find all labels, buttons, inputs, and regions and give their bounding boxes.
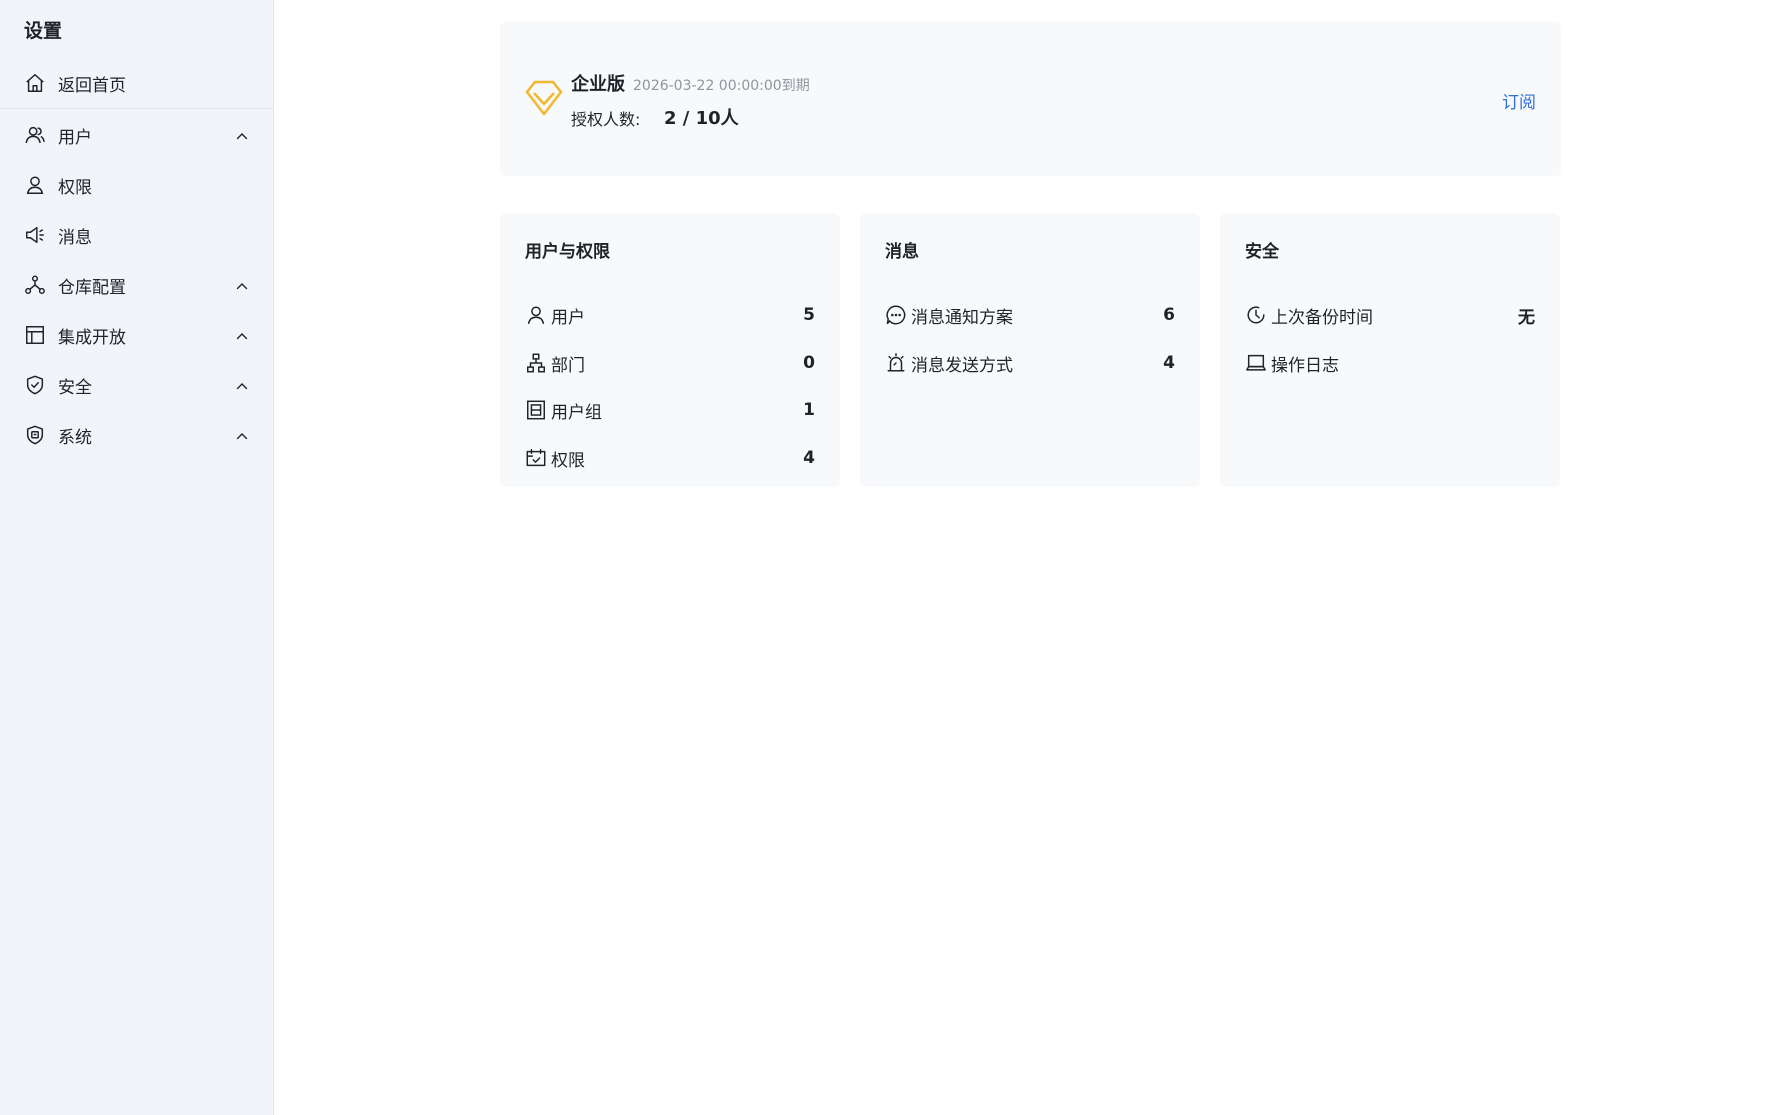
- card-title: 安全: [1245, 242, 1279, 262]
- sidebar-item-label: 集成开放: [58, 327, 126, 348]
- stat-value: 1: [803, 400, 815, 420]
- stat-value: 无: [1518, 307, 1535, 328]
- sidebar-item-permissions[interactable]: 权限: [0, 163, 273, 207]
- stat-row-notification-schemes[interactable]: 消息通知方案 6: [885, 301, 1175, 329]
- chevron-up-icon[interactable]: [235, 428, 249, 442]
- stat-row-operation-log[interactable]: 操作日志: [1245, 349, 1535, 377]
- network-icon: [24, 274, 46, 296]
- card-title: 消息: [885, 242, 919, 262]
- sidebar-divider: [0, 108, 273, 109]
- chevron-up-icon[interactable]: [235, 328, 249, 342]
- stat-label: 上次备份时间: [1271, 307, 1373, 328]
- user-icon: [24, 174, 46, 196]
- megaphone-icon: [24, 224, 46, 246]
- home-icon: [24, 72, 46, 94]
- sidebar-item-integration[interactable]: 集成开放: [0, 313, 273, 357]
- sidebar-item-security[interactable]: 安全: [0, 363, 273, 407]
- stat-label: 消息通知方案: [911, 307, 1013, 328]
- diamond-icon: [525, 78, 563, 118]
- group-icon: [525, 399, 547, 421]
- sidebar-title: 设置: [24, 20, 63, 42]
- sidebar-item-label: 安全: [58, 377, 92, 398]
- messages-card: 消息 消息通知方案 6 消息发送方式 4: [860, 213, 1200, 487]
- stat-row-permissions[interactable]: 权限 4: [525, 444, 815, 472]
- sidebar-item-label: 系统: [58, 427, 92, 448]
- sidebar: 设置 返回首页 用户 权限 消息 仓库配置 集成开放 安全 系统: [0, 0, 274, 1115]
- license-expire-date: 2026-03-22 00:00:00到期: [633, 78, 810, 94]
- stat-label: 用户组: [551, 402, 602, 423]
- stat-row-departments[interactable]: 部门 0: [525, 349, 815, 377]
- stat-label: 权限: [551, 450, 585, 471]
- shield-system-icon: [24, 424, 46, 446]
- alarm-icon: [885, 352, 907, 374]
- license-edition: 企业版: [571, 74, 625, 95]
- license-card: 企业版 2026-03-22 00:00:00到期 授权人数: 2 / 10人 …: [500, 22, 1561, 176]
- clock-icon: [1245, 304, 1267, 326]
- laptop-icon: [1245, 352, 1267, 374]
- stat-row-user-groups[interactable]: 用户组 1: [525, 396, 815, 424]
- sidebar-item-home[interactable]: 返回首页: [0, 61, 273, 105]
- stat-label: 用户: [551, 307, 585, 328]
- sidebar-item-label: 用户: [58, 127, 92, 148]
- stat-value: 6: [1163, 305, 1175, 325]
- chevron-up-icon[interactable]: [235, 278, 249, 292]
- layout-icon: [24, 324, 46, 346]
- chat-bubble-icon: [885, 304, 907, 326]
- chevron-up-icon[interactable]: [235, 378, 249, 392]
- org-chart-icon: [525, 352, 547, 374]
- shield-check-icon: [24, 374, 46, 396]
- sidebar-item-label: 返回首页: [58, 75, 126, 96]
- license-seats-label: 授权人数:: [571, 110, 641, 129]
- stat-label: 部门: [551, 355, 585, 376]
- security-card: 安全 上次备份时间 无 操作日志: [1220, 213, 1560, 487]
- sidebar-item-label: 权限: [58, 177, 92, 198]
- sidebar-item-users[interactable]: 用户: [0, 113, 273, 157]
- card-title: 用户与权限: [525, 242, 610, 262]
- stat-value: 0: [803, 353, 815, 373]
- permission-icon: [525, 447, 547, 469]
- subscribe-link[interactable]: 订阅: [1502, 88, 1536, 113]
- sidebar-item-label: 消息: [58, 227, 92, 248]
- users-icon: [24, 124, 46, 146]
- stat-value: 4: [803, 448, 815, 468]
- stat-row-users[interactable]: 用户 5: [525, 301, 815, 329]
- sidebar-item-system[interactable]: 系统: [0, 413, 273, 457]
- license-seats-value: 2 / 10人: [664, 108, 739, 129]
- sidebar-item-messages[interactable]: 消息: [0, 213, 273, 257]
- stat-label: 消息发送方式: [911, 355, 1013, 376]
- sidebar-item-label: 仓库配置: [58, 277, 126, 298]
- stat-value: 5: [803, 305, 815, 325]
- chevron-up-icon[interactable]: [235, 128, 249, 142]
- stat-value: 4: [1163, 353, 1175, 373]
- user-icon: [525, 304, 547, 326]
- stat-row-delivery-methods[interactable]: 消息发送方式 4: [885, 349, 1175, 377]
- users-permissions-card: 用户与权限 用户 5 部门 0 用户组 1 权限 4: [500, 213, 840, 487]
- stat-row-last-backup[interactable]: 上次备份时间 无: [1245, 301, 1535, 329]
- sidebar-item-repo-config[interactable]: 仓库配置: [0, 263, 273, 307]
- stat-label: 操作日志: [1271, 355, 1339, 376]
